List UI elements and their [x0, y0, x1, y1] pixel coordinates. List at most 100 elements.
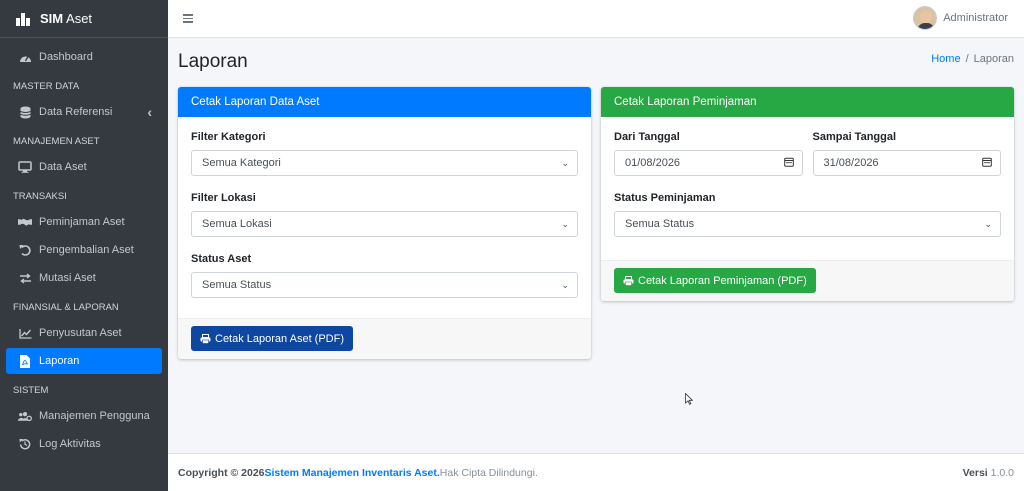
sidebar-item-label: Log Aktivitas: [39, 438, 101, 450]
sidebar-item-label: Manajemen Pengguna: [39, 410, 150, 422]
sidebar-item-manajemen-pengguna[interactable]: Manajemen Pengguna: [6, 403, 162, 429]
main-footer: Copyright © 2026 Sistem Manajemen Invent…: [168, 453, 1024, 491]
sidebar-item-label: Peminjaman Aset: [39, 216, 125, 228]
card-aset-body: Filter Kategori Semua Kategori ⌄ Filter …: [178, 117, 591, 298]
card-peminjaman-header: Cetak Laporan Peminjaman: [601, 87, 1014, 117]
desktop-icon: [18, 160, 32, 174]
app-name-link[interactable]: Sistem Manajemen Inventaris Aset.: [265, 467, 440, 479]
kategori-select-value: Semua Kategori: [202, 157, 281, 169]
chevron-down-icon: ⌄: [984, 218, 992, 229]
topbar: Administrator: [168, 0, 1024, 38]
kategori-select[interactable]: Semua Kategori ⌄: [191, 150, 578, 176]
version-value: 1.0.0: [987, 466, 1014, 479]
status-aset-select[interactable]: Semua Status ⌄: [191, 272, 578, 298]
copyright-text: Copyright © 2026: [178, 466, 265, 479]
file-pdf-icon: [18, 354, 32, 368]
brand-title: SIM Aset: [40, 11, 93, 26]
sidebar-item-data-aset[interactable]: Data Aset: [6, 154, 162, 180]
version-label: Versi: [962, 466, 988, 479]
rights-text: Hak Cipta Dilindungi.: [439, 466, 538, 479]
sidebar-item-penyusutan-aset[interactable]: Penyusutan Aset: [6, 320, 162, 346]
status-aset-label: Status Aset: [191, 253, 252, 265]
undo-icon: [18, 243, 32, 257]
breadcrumb: Home / Laporan: [931, 53, 1014, 65]
kategori-label: Filter Kategori: [191, 131, 266, 143]
sidebar-header: SISTEM: [13, 385, 49, 396]
sidebar-header: MANAJEMEN ASET: [13, 136, 100, 147]
sidebar-item-label: Pengembalian Aset: [39, 244, 134, 256]
chevron-left-icon: ‹: [147, 104, 152, 120]
exchange-icon: [18, 271, 32, 285]
card-peminjaman-title: Cetak Laporan Peminjaman: [614, 96, 757, 108]
sidebar-header: TRANSAKSI: [13, 191, 67, 202]
lokasi-select-value: Semua Lokasi: [202, 218, 272, 230]
status-peminjaman-select-value: Semua Status: [625, 218, 695, 230]
sidebar-item-label: Dashboard: [39, 51, 93, 63]
history-icon: [18, 437, 32, 451]
card-aset-header: Cetak Laporan Data Aset: [178, 87, 591, 117]
cetak-laporan-aset-label: Cetak Laporan Aset (PDF): [215, 332, 345, 345]
page-title: Laporan: [178, 51, 248, 72]
breadcrumb-current: Laporan: [973, 53, 1014, 65]
calendar-icon[interactable]: [982, 157, 992, 170]
sidebar-item-label: Penyusutan Aset: [39, 327, 122, 339]
cetak-laporan-peminjaman-label: Cetak Laporan Peminjaman (PDF): [638, 274, 807, 287]
mouse-cursor-icon: [685, 393, 693, 405]
status-peminjaman-label: Status Peminjaman: [614, 192, 716, 204]
chevron-down-icon: ⌄: [561, 157, 569, 168]
lokasi-label: Filter Lokasi: [191, 192, 256, 204]
dari-tanggal-label: Dari Tanggal: [614, 131, 680, 143]
sidebar-item-label: Data Referensi: [39, 106, 113, 118]
user-avatar: [913, 6, 938, 30]
chevron-down-icon: ⌄: [561, 279, 569, 290]
card-aset-footer: Cetak Laporan Aset (PDF): [178, 318, 591, 359]
sidebar-header: MASTER DATA: [13, 81, 80, 92]
sidebar-item-label: Data Aset: [39, 161, 87, 173]
sampai-tanggal-value: 31/08/2026: [823, 157, 879, 169]
calendar-icon[interactable]: [783, 157, 794, 170]
dari-tanggal-input[interactable]: 01/08/2026: [614, 150, 803, 176]
breadcrumb-home[interactable]: Home: [931, 53, 960, 65]
handshake-icon: [18, 215, 32, 229]
brand-link[interactable]: SIM Aset: [0, 0, 168, 38]
sampai-tanggal-input[interactable]: 31/08/2026: [812, 150, 1001, 176]
chart-line-icon: [18, 326, 32, 340]
sidebar-item-label: Mutasi Aset: [39, 272, 96, 284]
chevron-down-icon: ⌄: [561, 218, 569, 229]
sidebar-item-peminjaman-aset[interactable]: Peminjaman Aset: [6, 209, 162, 235]
status-aset-select-value: Semua Status: [202, 279, 272, 291]
dashboard-icon: [18, 50, 32, 64]
sidebar-item-mutasi-aset[interactable]: Mutasi Aset: [6, 265, 162, 291]
card-peminjaman-footer: Cetak Laporan Peminjaman (PDF): [601, 260, 1014, 301]
card-laporan-aset: Cetak Laporan Data Aset Filter Kategori …: [178, 87, 591, 359]
card-peminjaman-body: Dari Tanggal 01/08/2026 Sampai Tanggal 3…: [601, 117, 1014, 237]
user-menu[interactable]: Administrator: [913, 6, 1008, 30]
cetak-laporan-peminjaman-button[interactable]: Cetak Laporan Peminjaman (PDF): [614, 268, 816, 293]
sidebar-item-data-referensi[interactable]: Data Referensi ‹: [6, 99, 162, 125]
sidebar-item-laporan[interactable]: Laporan: [6, 348, 162, 374]
brand-logo-icon: [16, 12, 32, 26]
sidebar-item-log-aktivitas[interactable]: Log Aktivitas: [6, 431, 162, 457]
status-peminjaman-select[interactable]: Semua Status ⌄: [614, 211, 1001, 237]
sidebar-item-pengembalian-aset[interactable]: Pengembalian Aset: [6, 237, 162, 263]
database-icon: [18, 105, 32, 119]
dari-tanggal-value: 01/08/2026: [625, 157, 681, 169]
lokasi-select[interactable]: Semua Lokasi ⌄: [191, 211, 578, 237]
content-wrapper: Laporan Home / Laporan Cetak Laporan Data …: [168, 39, 1024, 453]
sidebar-item-label: Laporan: [39, 355, 80, 367]
sidebar-header: FINANSIAL & LAPORAN: [13, 302, 119, 313]
sidebar-nav: Dashboard MASTER DATA Data Referensi ‹ MANAJ…: [0, 38, 168, 457]
users-cog-icon: [18, 409, 32, 423]
menu-toggle-icon[interactable]: [183, 12, 193, 25]
card-aset-title: Cetak Laporan Data Aset: [191, 96, 320, 108]
sidebar-item-dashboard[interactable]: Dashboard: [6, 44, 162, 70]
sidebar: SIM Aset Dashboard MASTER DATA Data Refere…: [0, 0, 168, 491]
breadcrumb-separator: /: [965, 53, 969, 65]
sampai-tanggal-label: Sampai Tanggal: [812, 131, 897, 143]
cetak-laporan-aset-button[interactable]: Cetak Laporan Aset (PDF): [191, 326, 354, 351]
user-name: Administrator: [943, 12, 1008, 24]
version-info: Versi 1.0.0: [963, 467, 1014, 479]
print-icon: [623, 275, 634, 286]
card-laporan-peminjaman: Cetak Laporan Peminjaman Dari Tanggal 01…: [601, 87, 1014, 301]
print-icon: [200, 333, 211, 344]
